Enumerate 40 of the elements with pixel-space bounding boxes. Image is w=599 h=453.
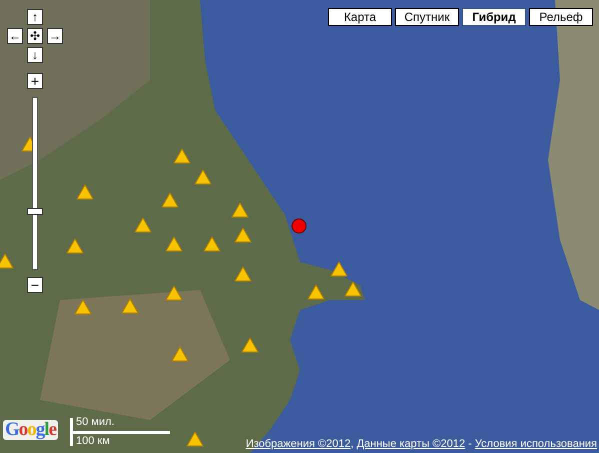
warning-triangle-icon[interactable] [234, 266, 252, 282]
warning-triangle-icon[interactable] [344, 281, 362, 297]
attribution-separator: - [467, 437, 473, 451]
pan-button[interactable]: ↑ [27, 9, 43, 25]
warning-triangle-icon[interactable] [330, 261, 348, 277]
warning-triangle-icon[interactable] [194, 169, 212, 185]
warning-triangle-icon[interactable] [165, 236, 183, 252]
map-type-button[interactable]: Гибрид [462, 8, 526, 26]
map-type-button[interactable]: Спутник [395, 8, 459, 26]
scale-label: 100 км [76, 434, 110, 448]
attribution-link[interactable]: Условия использования [474, 437, 597, 451]
attribution-separator: , [350, 437, 355, 451]
warning-triangle-icon[interactable] [161, 192, 179, 208]
warning-triangle-icon[interactable] [307, 284, 325, 300]
pan-button[interactable]: → [47, 28, 63, 44]
warning-triangle-icon[interactable] [231, 202, 249, 218]
attribution-link[interactable]: Изображения ©2012 [246, 437, 351, 451]
attribution-link[interactable]: Данные карты ©2012 [356, 437, 466, 451]
google-logo: Google [3, 420, 58, 440]
map-type-button[interactable]: Рельеф [529, 8, 593, 26]
warning-triangle-icon[interactable] [134, 217, 152, 233]
warning-triangle-icon[interactable] [241, 337, 259, 353]
pan-button[interactable]: ← [7, 28, 23, 44]
zoom-slider-track[interactable] [32, 97, 38, 270]
warning-triangle-icon[interactable] [165, 285, 183, 301]
warning-triangle-icon[interactable] [173, 148, 191, 164]
map-type-button[interactable]: Карта [328, 8, 392, 26]
zoom-in-button[interactable]: + [27, 73, 43, 89]
warning-triangle-icon[interactable] [234, 227, 252, 243]
warning-triangle-icon[interactable] [0, 253, 14, 269]
scale-label: 50 мил. [76, 415, 114, 429]
zoom-out-button[interactable]: − [27, 277, 43, 293]
location-dot-icon[interactable] [291, 218, 307, 234]
warning-triangle-icon[interactable] [76, 184, 94, 200]
zoom-slider-thumb[interactable] [27, 208, 43, 216]
warning-triangle-icon[interactable] [66, 238, 84, 254]
pan-button[interactable]: ✣ [27, 28, 43, 44]
pan-button[interactable]: ↓ [27, 47, 43, 63]
warning-triangle-icon[interactable] [186, 431, 204, 447]
warning-triangle-icon[interactable] [203, 236, 221, 252]
